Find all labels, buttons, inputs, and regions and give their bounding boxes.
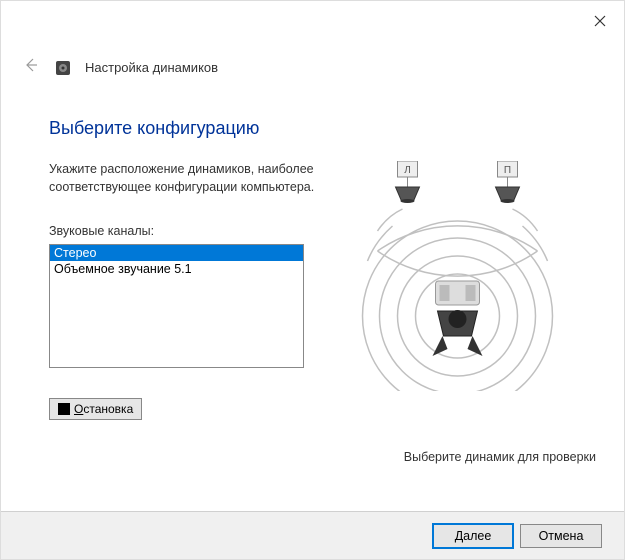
svg-text:П: П <box>504 165 511 176</box>
channel-item-surround[interactable]: Объемное звучание 5.1 <box>50 261 303 277</box>
header-row: Настройка динамиков <box>1 41 624 78</box>
channels-listbox[interactable]: Стерео Объемное звучание 5.1 <box>49 244 304 368</box>
description-text: Укажите расположение динамиков, наиболее… <box>49 161 319 196</box>
stop-button[interactable]: Остановка <box>49 398 142 420</box>
listener-icon <box>433 281 483 356</box>
page-title: Выберите конфигурацию <box>49 118 576 139</box>
speaker-diagram: Л П <box>339 161 576 391</box>
svg-text:Л: Л <box>404 165 411 176</box>
stop-icon <box>58 403 70 415</box>
left-speaker-icon[interactable]: Л <box>396 161 420 203</box>
channels-label: Звуковые каналы: <box>49 224 319 238</box>
next-button-label: Далее <box>455 529 492 543</box>
back-button[interactable] <box>21 57 41 78</box>
next-button[interactable]: Далее <box>432 523 514 549</box>
close-button[interactable] <box>588 9 612 33</box>
content-area: Выберите конфигурацию Укажите расположен… <box>1 78 624 420</box>
channel-item-stereo[interactable]: Стерео <box>50 245 303 261</box>
back-arrow-icon <box>23 57 39 73</box>
stop-button-label: Остановка <box>74 402 133 416</box>
close-icon <box>594 15 606 27</box>
window-title: Настройка динамиков <box>85 60 218 75</box>
titlebar <box>1 1 624 41</box>
cancel-button[interactable]: Отмена <box>520 524 602 548</box>
instruction-text: Выберите динамик для проверки <box>1 420 624 464</box>
footer: Далее Отмена <box>1 511 624 559</box>
speaker-icon <box>53 58 73 78</box>
right-speaker-icon[interactable]: П <box>496 161 520 203</box>
